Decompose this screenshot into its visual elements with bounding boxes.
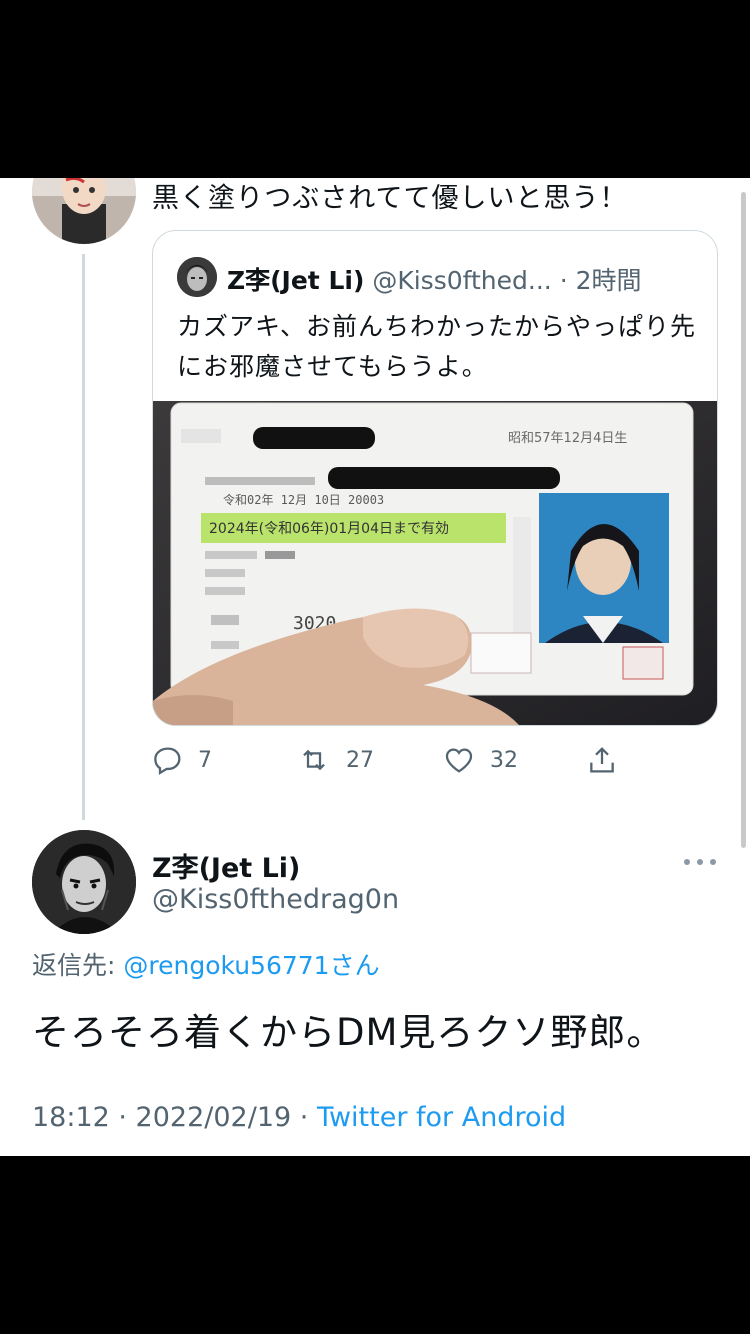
main-tweet-text: そろそろ着くからDM見ろクソ野郎。 bbox=[32, 1011, 665, 1054]
reply-to-label: 返信先: bbox=[32, 951, 124, 980]
reply-to-mention[interactable]: @rengoku56771さん bbox=[123, 951, 379, 980]
quoted-tweet-text: カズアキ、お前んちわかったからやっぱり先にお邪魔させてもらうよ。 bbox=[177, 312, 697, 381]
tweet-source-link[interactable]: Twitter for Android bbox=[317, 1102, 566, 1133]
reply-action[interactable]: 7 bbox=[152, 740, 212, 780]
license-expiry: 2024年(令和06年)01月04日まで有効 bbox=[209, 521, 449, 537]
quoted-tweet-image[interactable]: 昭和57年12月4日生 令和02年 12月 10日 20003 2024年(令和… bbox=[153, 401, 717, 725]
reply-count: 7 bbox=[198, 747, 212, 773]
quoted-tweet[interactable]: Z李(Jet Li) @Kiss0fthed... · 2時間 カズアキ、お前ん… bbox=[152, 230, 718, 726]
retweet-icon bbox=[303, 749, 325, 771]
main-tweet-handle[interactable]: @Kiss0fthedrag0n bbox=[152, 884, 399, 915]
main-tweet-avatar[interactable] bbox=[32, 830, 136, 934]
bottom-letterbox bbox=[0, 1156, 750, 1334]
like-action[interactable]: 32 bbox=[442, 740, 518, 780]
tweet-timestamp: 18:12 · 2022/02/19 · bbox=[32, 1102, 317, 1133]
quoted-tweet-time: · 2時間 bbox=[559, 266, 642, 295]
main-tweet-author-name[interactable]: Z李(Jet Li) bbox=[152, 846, 300, 885]
like-count: 32 bbox=[490, 747, 518, 773]
retweet-count: 27 bbox=[346, 747, 374, 773]
reply-icon bbox=[154, 747, 181, 775]
license-issue-date: 令和02年 12月 10日 20003 bbox=[223, 492, 384, 507]
quoted-tweet-header: Z李(Jet Li) @Kiss0fthed... · 2時間 bbox=[227, 261, 642, 297]
reply-to-line: 返信先: @rengoku56771さん bbox=[32, 946, 380, 982]
thread-line bbox=[82, 254, 85, 820]
like-icon bbox=[445, 748, 473, 773]
quoted-tweet-avatar bbox=[177, 257, 217, 297]
more-icon[interactable] bbox=[684, 848, 716, 876]
tweet-thread: 黒く塗りつぶされてて優しいと思う！ Z李(Jet Li) @Kiss0fthed… bbox=[0, 178, 750, 1156]
retweet-action[interactable]: 27 bbox=[296, 740, 374, 780]
previous-tweet-actions: 7 27 32 bbox=[152, 740, 652, 780]
scrollbar[interactable] bbox=[741, 192, 746, 848]
license-birthdate: 昭和57年12月4日生 bbox=[508, 431, 627, 446]
previous-tweet-text: 黒く塗りつぶされてて優しいと思う！ bbox=[152, 183, 628, 214]
previous-tweet-avatar[interactable] bbox=[32, 178, 136, 244]
share-icon bbox=[590, 747, 614, 773]
tweet-meta: 18:12 · 2022/02/19 · Twitter for Android bbox=[32, 1102, 566, 1133]
share-action[interactable] bbox=[586, 740, 618, 780]
quoted-tweet-author-name: Z李(Jet Li) bbox=[227, 266, 365, 295]
top-letterbox bbox=[0, 0, 750, 178]
quoted-tweet-handle: @Kiss0fthed... bbox=[372, 266, 552, 295]
